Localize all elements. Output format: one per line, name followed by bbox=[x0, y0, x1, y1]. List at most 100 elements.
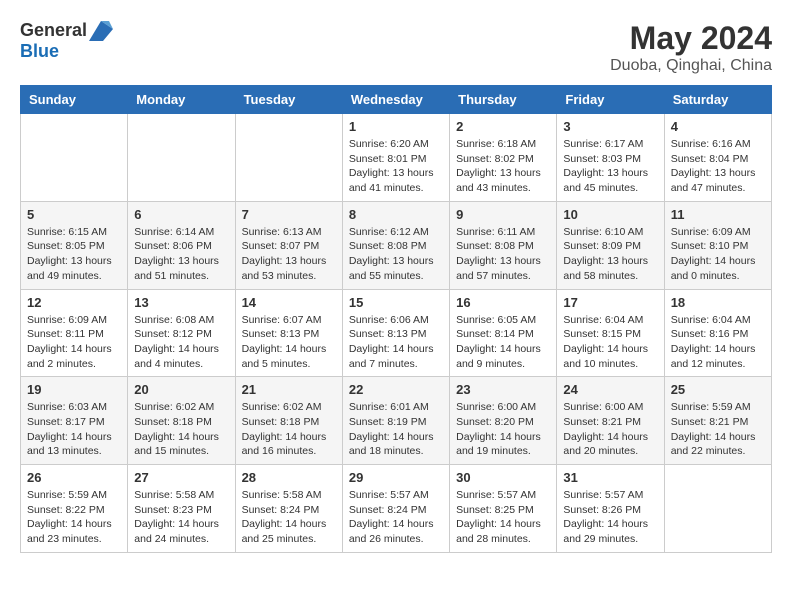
day-number: 16 bbox=[456, 295, 550, 310]
day-number: 22 bbox=[349, 382, 443, 397]
day-info: Sunrise: 5:59 AMSunset: 8:22 PMDaylight:… bbox=[27, 488, 121, 547]
day-number: 24 bbox=[563, 382, 657, 397]
calendar-cell: 14Sunrise: 6:07 AMSunset: 8:13 PMDayligh… bbox=[235, 289, 342, 377]
day-info: Sunrise: 6:20 AMSunset: 8:01 PMDaylight:… bbox=[349, 137, 443, 196]
day-info: Sunrise: 6:09 AMSunset: 8:10 PMDaylight:… bbox=[671, 225, 765, 284]
day-number: 29 bbox=[349, 470, 443, 485]
calendar-cell: 22 Sunrise: 6:01 AMSunset: 8:19 PMDayligh… bbox=[342, 377, 449, 465]
calendar-cell: 13 Sunrise: 6:08 AMSunset: 8:12 PMDayligh… bbox=[128, 289, 235, 377]
page-header: General Blue May 2024 Duoba, Qinghai, Ch… bbox=[20, 20, 772, 75]
logo-blue: Blue bbox=[20, 41, 59, 61]
day-number: 26 bbox=[27, 470, 121, 485]
calendar-cell: 11 Sunrise: 6:09 AMSunset: 8:10 PMDayligh… bbox=[664, 201, 771, 289]
calendar-cell: 17Sunrise: 6:04 AMSunset: 8:15 PMDayligh… bbox=[557, 289, 664, 377]
day-number: 28 bbox=[242, 470, 336, 485]
calendar-cell: 2Sunrise: 6:18 AMSunset: 8:02 PMDaylight… bbox=[450, 114, 557, 202]
calendar-cell: 9 Sunrise: 6:11 AMSunset: 8:08 PMDaylight… bbox=[450, 201, 557, 289]
calendar-cell: 6 Sunrise: 6:14 AMSunset: 8:06 PMDaylight… bbox=[128, 201, 235, 289]
calendar-cell: 3 Sunrise: 6:17 AMSunset: 8:03 PMDaylight… bbox=[557, 114, 664, 202]
logo-general: General bbox=[20, 20, 87, 41]
calendar-table: SundayMondayTuesdayWednesdayThursdayFrid… bbox=[20, 85, 772, 553]
weekday-header-tuesday: Tuesday bbox=[235, 86, 342, 114]
calendar-cell: 5 Sunrise: 6:15 AMSunset: 8:05 PMDaylight… bbox=[21, 201, 128, 289]
day-info: Sunrise: 5:59 AMSunset: 8:21 PMDaylight:… bbox=[671, 400, 765, 459]
calendar-cell: 23 Sunrise: 6:00 AMSunset: 8:20 PMDayligh… bbox=[450, 377, 557, 465]
day-number: 15 bbox=[349, 295, 443, 310]
day-info: Sunrise: 6:05 AMSunset: 8:14 PMDaylight:… bbox=[456, 313, 550, 372]
day-number: 8 bbox=[349, 207, 443, 222]
day-number: 31 bbox=[563, 470, 657, 485]
day-info: Sunrise: 6:00 AMSunset: 8:20 PMDaylight:… bbox=[456, 400, 550, 459]
day-number: 12 bbox=[27, 295, 121, 310]
title-area: May 2024 Duoba, Qinghai, China bbox=[610, 20, 772, 75]
calendar-cell bbox=[235, 114, 342, 202]
calendar-cell: 19 Sunrise: 6:03 AMSunset: 8:17 PMDayligh… bbox=[21, 377, 128, 465]
month-title: May 2024 bbox=[610, 20, 772, 57]
day-number: 27 bbox=[134, 470, 228, 485]
day-number: 21 bbox=[242, 382, 336, 397]
day-number: 5 bbox=[27, 207, 121, 222]
day-number: 19 bbox=[27, 382, 121, 397]
day-info: Sunrise: 6:01 AMSunset: 8:19 PMDaylight:… bbox=[349, 400, 443, 459]
day-info: Sunrise: 6:09 AMSunset: 8:11 PMDaylight:… bbox=[27, 313, 121, 372]
day-info: Sunrise: 6:00 AMSunset: 8:21 PMDaylight:… bbox=[563, 400, 657, 459]
day-number: 6 bbox=[134, 207, 228, 222]
calendar-cell bbox=[664, 465, 771, 553]
day-number: 30 bbox=[456, 470, 550, 485]
logo: General Blue bbox=[20, 20, 113, 62]
day-info: Sunrise: 6:03 AMSunset: 8:17 PMDaylight:… bbox=[27, 400, 121, 459]
calendar-cell: 1 Sunrise: 6:20 AMSunset: 8:01 PMDaylight… bbox=[342, 114, 449, 202]
day-number: 7 bbox=[242, 207, 336, 222]
day-number: 23 bbox=[456, 382, 550, 397]
day-info: Sunrise: 5:57 AMSunset: 8:24 PMDaylight:… bbox=[349, 488, 443, 547]
location-title: Duoba, Qinghai, China bbox=[610, 57, 772, 75]
day-info: Sunrise: 5:58 AMSunset: 8:24 PMDaylight:… bbox=[242, 488, 336, 547]
day-info: Sunrise: 6:14 AMSunset: 8:06 PMDaylight:… bbox=[134, 225, 228, 284]
calendar-week-row: 1 Sunrise: 6:20 AMSunset: 8:01 PMDaylight… bbox=[21, 114, 772, 202]
calendar-cell: 4 Sunrise: 6:16 AMSunset: 8:04 PMDaylight… bbox=[664, 114, 771, 202]
calendar-cell: 10 Sunrise: 6:10 AMSunset: 8:09 PMDayligh… bbox=[557, 201, 664, 289]
calendar-week-row: 26 Sunrise: 5:59 AMSunset: 8:22 PMDayligh… bbox=[21, 465, 772, 553]
day-number: 10 bbox=[563, 207, 657, 222]
day-number: 20 bbox=[134, 382, 228, 397]
calendar-cell: 15Sunrise: 6:06 AMSunset: 8:13 PMDayligh… bbox=[342, 289, 449, 377]
calendar-cell bbox=[128, 114, 235, 202]
calendar-cell: 30 Sunrise: 5:57 AMSunset: 8:25 PMDayligh… bbox=[450, 465, 557, 553]
calendar-cell: 21Sunrise: 6:02 AMSunset: 8:18 PMDayligh… bbox=[235, 377, 342, 465]
day-number: 4 bbox=[671, 119, 765, 134]
day-number: 1 bbox=[349, 119, 443, 134]
weekday-header-row: SundayMondayTuesdayWednesdayThursdayFrid… bbox=[21, 86, 772, 114]
day-number: 3 bbox=[563, 119, 657, 134]
day-info: Sunrise: 6:16 AMSunset: 8:04 PMDaylight:… bbox=[671, 137, 765, 196]
calendar-cell: 8Sunrise: 6:12 AMSunset: 8:08 PMDaylight… bbox=[342, 201, 449, 289]
day-number: 18 bbox=[671, 295, 765, 310]
calendar-cell bbox=[21, 114, 128, 202]
calendar-cell: 7 Sunrise: 6:13 AMSunset: 8:07 PMDaylight… bbox=[235, 201, 342, 289]
calendar-cell: 18Sunrise: 6:04 AMSunset: 8:16 PMDayligh… bbox=[664, 289, 771, 377]
day-info: Sunrise: 6:13 AMSunset: 8:07 PMDaylight:… bbox=[242, 225, 336, 284]
day-info: Sunrise: 5:57 AMSunset: 8:26 PMDaylight:… bbox=[563, 488, 657, 547]
calendar-cell: 26 Sunrise: 5:59 AMSunset: 8:22 PMDayligh… bbox=[21, 465, 128, 553]
weekday-header-saturday: Saturday bbox=[664, 86, 771, 114]
day-number: 13 bbox=[134, 295, 228, 310]
calendar-cell: 12 Sunrise: 6:09 AMSunset: 8:11 PMDayligh… bbox=[21, 289, 128, 377]
calendar-cell: 27Sunrise: 5:58 AMSunset: 8:23 PMDayligh… bbox=[128, 465, 235, 553]
weekday-header-wednesday: Wednesday bbox=[342, 86, 449, 114]
weekday-header-friday: Friday bbox=[557, 86, 664, 114]
day-info: Sunrise: 6:11 AMSunset: 8:08 PMDaylight:… bbox=[456, 225, 550, 284]
day-info: Sunrise: 6:18 AMSunset: 8:02 PMDaylight:… bbox=[456, 137, 550, 196]
calendar-cell: 20Sunrise: 6:02 AMSunset: 8:18 PMDayligh… bbox=[128, 377, 235, 465]
day-info: Sunrise: 6:10 AMSunset: 8:09 PMDaylight:… bbox=[563, 225, 657, 284]
weekday-header-monday: Monday bbox=[128, 86, 235, 114]
day-info: Sunrise: 5:57 AMSunset: 8:25 PMDaylight:… bbox=[456, 488, 550, 547]
calendar-cell: 28 Sunrise: 5:58 AMSunset: 8:24 PMDayligh… bbox=[235, 465, 342, 553]
calendar-cell: 29 Sunrise: 5:57 AMSunset: 8:24 PMDayligh… bbox=[342, 465, 449, 553]
weekday-header-thursday: Thursday bbox=[450, 86, 557, 114]
calendar-cell: 16 Sunrise: 6:05 AMSunset: 8:14 PMDayligh… bbox=[450, 289, 557, 377]
day-info: Sunrise: 6:08 AMSunset: 8:12 PMDaylight:… bbox=[134, 313, 228, 372]
day-number: 11 bbox=[671, 207, 765, 222]
day-info: Sunrise: 6:15 AMSunset: 8:05 PMDaylight:… bbox=[27, 225, 121, 284]
day-number: 9 bbox=[456, 207, 550, 222]
day-number: 25 bbox=[671, 382, 765, 397]
day-info: Sunrise: 6:17 AMSunset: 8:03 PMDaylight:… bbox=[563, 137, 657, 196]
